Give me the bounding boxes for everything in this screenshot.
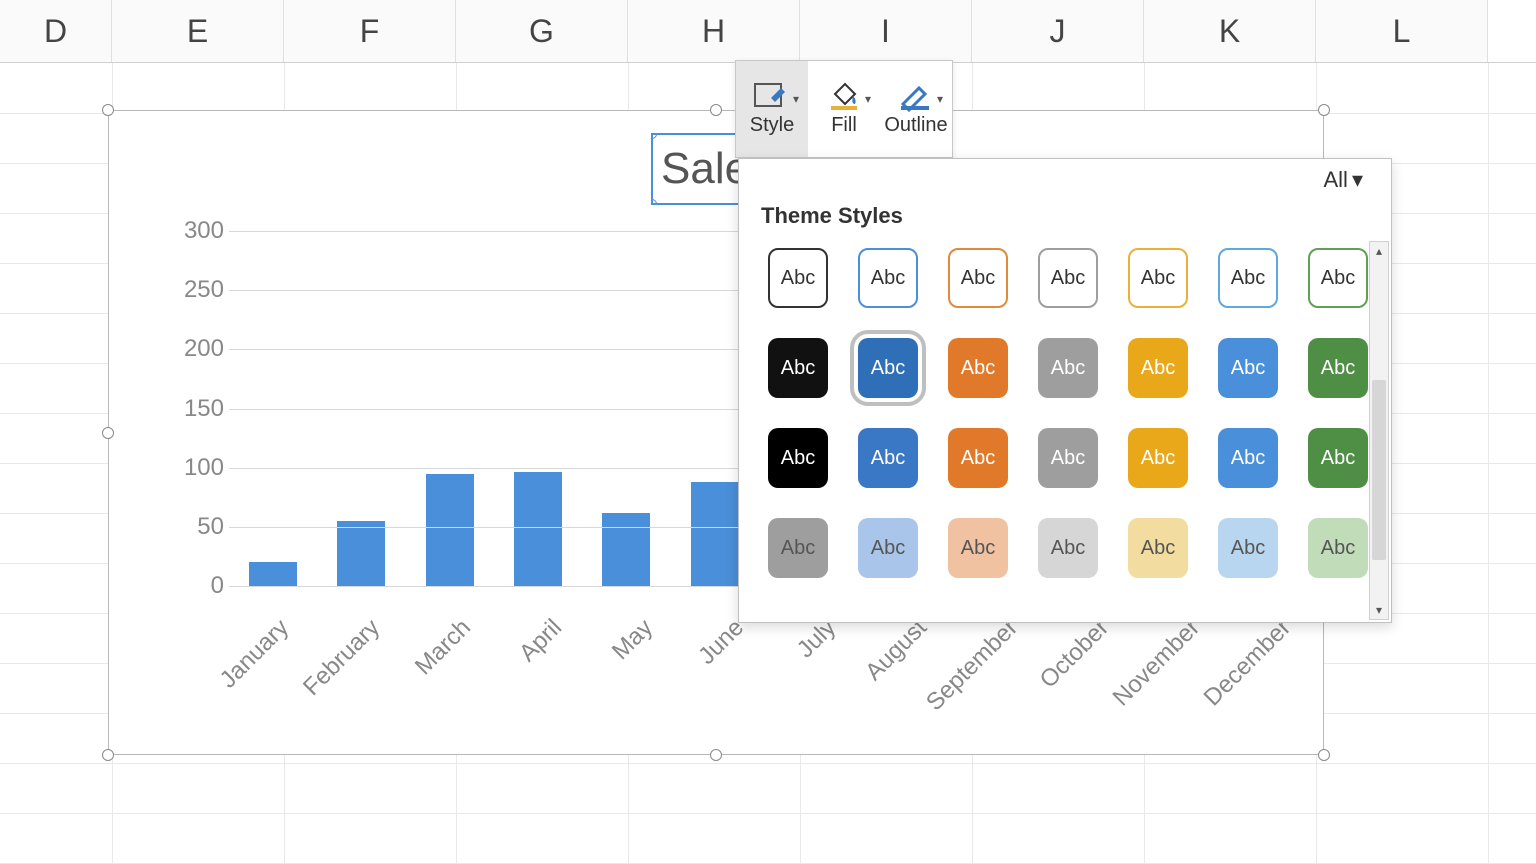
theme-style-swatch[interactable]: Abc: [1308, 518, 1368, 578]
title-handle[interactable]: [651, 133, 657, 139]
y-tick-label: 0: [169, 572, 224, 600]
theme-style-swatch[interactable]: Abc: [1308, 338, 1368, 398]
theme-style-swatch[interactable]: Abc: [858, 518, 918, 578]
swatch-grid: Abc Abc Abc Abc Abc Abc Abc Abc Abc Abc Abc Abc Abc A…: [759, 239, 1365, 587]
mini-toolbar: ▾ Style ▾ Fill ▾ Outline: [735, 60, 953, 158]
y-tick-label: 100: [169, 454, 224, 482]
theme-style-swatch[interactable]: Abc: [948, 428, 1008, 488]
column-header[interactable]: E: [112, 0, 284, 62]
y-tick-label: 200: [169, 335, 224, 363]
column-header[interactable]: J: [972, 0, 1144, 62]
theme-style-swatch[interactable]: Abc: [1128, 518, 1188, 578]
theme-style-swatch[interactable]: Abc: [858, 428, 918, 488]
filter-label: All: [1324, 167, 1348, 193]
theme-style-swatch[interactable]: Abc: [1038, 428, 1098, 488]
y-tick-label: 250: [169, 276, 224, 304]
chevron-down-icon: ▾: [937, 92, 943, 106]
theme-style-swatch[interactable]: Abc: [1308, 428, 1368, 488]
theme-style-swatch[interactable]: Abc: [1218, 518, 1278, 578]
fill-button[interactable]: ▾ Fill: [808, 61, 880, 157]
style-label: Style: [750, 114, 794, 137]
theme-style-swatch[interactable]: Abc: [1308, 248, 1368, 308]
theme-style-swatch[interactable]: Abc: [1128, 248, 1188, 308]
chevron-down-icon: ▾: [1352, 167, 1363, 193]
theme-style-swatch[interactable]: Abc: [1128, 428, 1188, 488]
scroll-down-icon[interactable]: ▾: [1370, 601, 1388, 619]
theme-style-swatch[interactable]: Abc: [768, 338, 828, 398]
x-tick-label: January: [214, 614, 294, 694]
column-header[interactable]: D: [0, 0, 112, 62]
theme-styles-gallery: All ▾ Theme Styles AbcAbcAbcAbcAbcAbcAbc…: [738, 158, 1392, 623]
section-label: Theme Styles: [739, 193, 1391, 239]
theme-style-swatch[interactable]: Abc: [948, 338, 1008, 398]
selection-handle[interactable]: [1318, 104, 1330, 116]
bar[interactable]: [691, 482, 739, 586]
bar[interactable]: [337, 521, 385, 586]
scroll-track[interactable]: [1370, 260, 1388, 601]
column-header[interactable]: H: [628, 0, 800, 62]
fill-label: Fill: [831, 114, 857, 137]
theme-style-swatch[interactable]: Abc: [858, 248, 918, 308]
scroll-up-icon[interactable]: ▴: [1370, 242, 1388, 260]
x-tick-label: August: [860, 614, 933, 687]
x-tick-label: March: [410, 614, 477, 681]
theme-style-swatch[interactable]: Abc: [858, 338, 918, 398]
theme-style-swatch[interactable]: Abc: [1038, 518, 1098, 578]
theme-style-swatch[interactable]: Abc: [1128, 338, 1188, 398]
y-tick-label: 50: [169, 513, 224, 541]
bar[interactable]: [426, 474, 474, 586]
column-header[interactable]: K: [1144, 0, 1316, 62]
column-header[interactable]: L: [1316, 0, 1488, 62]
filter-all-dropdown[interactable]: All ▾: [1324, 167, 1364, 193]
chevron-down-icon: ▾: [793, 92, 799, 106]
theme-style-swatch[interactable]: Abc: [768, 428, 828, 488]
bar[interactable]: [514, 472, 562, 586]
x-tick-label: May: [607, 614, 659, 666]
y-tick-label: 300: [169, 217, 224, 245]
theme-style-swatch[interactable]: Abc: [1038, 338, 1098, 398]
x-tick-label: April: [514, 614, 568, 668]
bar[interactable]: [249, 562, 297, 586]
selection-handle[interactable]: [102, 427, 114, 439]
scrollbar[interactable]: ▴ ▾: [1369, 241, 1389, 620]
column-header[interactable]: F: [284, 0, 456, 62]
chevron-down-icon: ▾: [865, 92, 871, 106]
selection-handle[interactable]: [102, 104, 114, 116]
title-handle[interactable]: [651, 199, 657, 205]
theme-style-swatch[interactable]: Abc: [1218, 428, 1278, 488]
theme-style-swatch[interactable]: Abc: [768, 518, 828, 578]
outline-button[interactable]: ▾ Outline: [880, 61, 952, 157]
theme-style-swatch[interactable]: Abc: [1218, 248, 1278, 308]
selection-handle[interactable]: [710, 104, 722, 116]
theme-style-swatch[interactable]: Abc: [948, 248, 1008, 308]
selection-handle[interactable]: [102, 749, 114, 761]
theme-style-swatch[interactable]: Abc: [948, 518, 1008, 578]
theme-style-swatch[interactable]: Abc: [768, 248, 828, 308]
scroll-thumb[interactable]: [1372, 380, 1386, 560]
bar[interactable]: [602, 513, 650, 586]
style-icon: ▾: [753, 82, 791, 112]
column-header[interactable]: G: [456, 0, 628, 62]
column-headers: DEFGHIJKL: [0, 0, 1536, 63]
theme-style-swatch[interactable]: Abc: [1038, 248, 1098, 308]
theme-style-swatch[interactable]: Abc: [1218, 338, 1278, 398]
y-tick-label: 150: [169, 395, 224, 423]
outline-icon: ▾: [897, 82, 935, 112]
outline-label: Outline: [884, 114, 947, 137]
style-button[interactable]: ▾ Style: [736, 61, 808, 157]
fill-icon: ▾: [825, 82, 863, 112]
column-header[interactable]: I: [800, 0, 972, 62]
